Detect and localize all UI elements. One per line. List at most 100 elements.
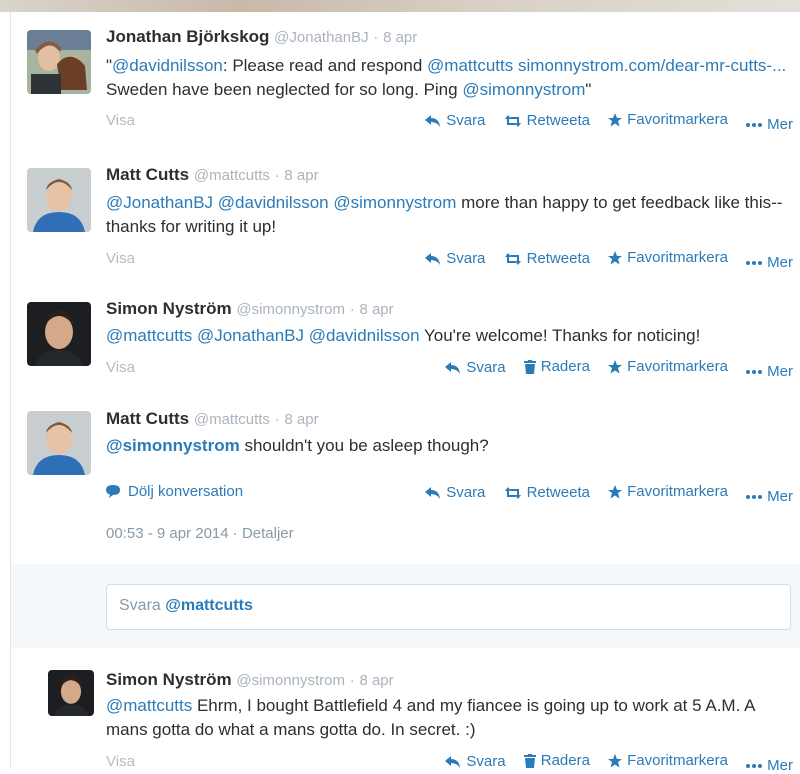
retweet-icon: [504, 486, 521, 499]
more-button[interactable]: Mer: [746, 116, 793, 133]
delete-button[interactable]: Radera: [523, 358, 590, 375]
avatar[interactable]: [27, 411, 91, 475]
url-link[interactable]: simonnystrom.com/dear-mr-cutts-...: [518, 56, 786, 75]
hide-conversation-label: Dölj konversation: [128, 483, 244, 500]
trash-icon: [523, 359, 536, 374]
expand-link[interactable]: Visa: [106, 112, 135, 129]
expand-link[interactable]: Visa: [106, 359, 135, 376]
favorite-button[interactable]: Favoritmarkera: [608, 752, 728, 769]
retweet-icon: [504, 114, 521, 127]
top-strip: [0, 0, 800, 12]
author-handle[interactable]: @simonnystrom: [236, 301, 345, 318]
author-handle[interactable]: @mattcutts: [194, 411, 270, 428]
avatar[interactable]: [27, 30, 91, 94]
conversation-timeline: Jonathan Björkskog @JonathanBJ · 8 apr "…: [10, 12, 800, 774]
retweet-button[interactable]: Retweeta: [504, 112, 590, 129]
mention-link[interactable]: @simonnystrom: [106, 436, 240, 455]
reply-button[interactable]: Svara: [445, 359, 506, 376]
author-name[interactable]: Jonathan Björkskog: [106, 27, 269, 46]
reply-placeholder: Svara @mattcutts: [119, 597, 253, 615]
tweet-actions: Svara Radera Favoritmarkera Mer: [431, 752, 793, 774]
more-label: Mer: [767, 116, 793, 133]
mention-link[interactable]: @simonnystrom: [462, 80, 585, 99]
favorite-label: Favoritmarkera: [627, 752, 728, 769]
tweet-date[interactable]: 8 apr: [359, 672, 393, 689]
reply-button[interactable]: Svara: [445, 753, 506, 770]
details-link[interactable]: Detaljer: [242, 525, 294, 542]
favorite-button[interactable]: Favoritmarkera: [608, 249, 728, 266]
tweet-text: "@davidnilsson: Please read and respond …: [106, 54, 791, 102]
more-button[interactable]: Mer: [746, 254, 793, 271]
retweet-icon: [504, 252, 521, 265]
more-label: Mer: [767, 254, 793, 271]
tweet-date[interactable]: 8 apr: [284, 411, 318, 428]
tweet-header: Matt Cutts @mattcutts · 8 apr: [106, 409, 319, 429]
favorite-button[interactable]: Favoritmarkera: [608, 483, 728, 500]
tweet-item-reply: Simon Nyström @simonnystrom · 8 apr @mat…: [11, 648, 800, 774]
retweet-button[interactable]: Retweeta: [504, 250, 590, 267]
more-button[interactable]: Mer: [746, 757, 793, 774]
author-name[interactable]: Simon Nyström: [106, 299, 232, 318]
mention-link[interactable]: @mattcutts: [106, 326, 192, 345]
mention-link[interactable]: @davidnilsson: [112, 56, 223, 75]
author-handle[interactable]: @mattcutts: [194, 167, 270, 184]
reply-input[interactable]: Svara @mattcutts: [106, 584, 791, 630]
retweet-label: Retweeta: [526, 484, 590, 501]
mention-link[interactable]: @davidnilsson: [309, 326, 420, 345]
favorite-button[interactable]: Favoritmarkera: [608, 111, 728, 128]
avatar[interactable]: [27, 168, 91, 232]
delete-button[interactable]: Radera: [523, 752, 590, 769]
author-handle[interactable]: @JonathanBJ: [274, 29, 368, 46]
mention-link[interactable]: @simonnystrom: [333, 193, 456, 212]
more-dots-icon: [746, 763, 763, 768]
reply-icon: [425, 486, 441, 499]
star-icon: [608, 250, 623, 264]
reply-label: Svara: [446, 250, 486, 267]
reply-icon: [445, 755, 461, 768]
reply-button[interactable]: Svara: [425, 112, 485, 129]
speech-bubble-icon: [106, 485, 120, 498]
more-button[interactable]: Mer: [746, 488, 793, 505]
retweet-button[interactable]: Retweeta: [504, 484, 590, 501]
more-label: Mer: [767, 363, 793, 380]
reply-icon: [425, 252, 441, 265]
separator: ·: [274, 411, 280, 428]
mention-link[interactable]: @JonathanBJ: [197, 326, 304, 345]
tweet-date[interactable]: 8 apr: [359, 301, 393, 318]
delete-label: Radera: [540, 358, 590, 375]
more-button[interactable]: Mer: [746, 363, 793, 380]
reply-label: Svara: [446, 112, 486, 129]
tweet-text-part: Sweden have been neglected for so long. …: [106, 80, 463, 99]
mention-link[interactable]: @davidnilsson: [218, 193, 329, 212]
hide-conversation-link[interactable]: Dölj konversation: [106, 483, 243, 500]
reply-label: Svara: [466, 359, 506, 376]
star-icon: [608, 753, 623, 767]
reply-button[interactable]: Svara: [425, 484, 485, 501]
more-dots-icon: [746, 369, 763, 374]
more-dots-icon: [746, 122, 763, 127]
author-name[interactable]: Simon Nyström: [106, 670, 232, 689]
expand-link[interactable]: Visa: [106, 753, 135, 770]
avatar[interactable]: [27, 302, 91, 366]
mention-link[interactable]: @JonathanBJ: [106, 193, 213, 212]
tweet-date[interactable]: 8 apr: [284, 167, 318, 184]
reply-button[interactable]: Svara: [425, 250, 485, 267]
tweet-date[interactable]: 8 apr: [383, 29, 417, 46]
mention-link[interactable]: @mattcutts: [427, 56, 513, 75]
avatar[interactable]: [48, 670, 94, 716]
delete-label: Radera: [540, 752, 590, 769]
mention-link[interactable]: @mattcutts: [106, 696, 192, 715]
author-name[interactable]: Matt Cutts: [106, 409, 189, 428]
tweet-text-part: ": [585, 80, 592, 99]
tweet-item-expanded: Matt Cutts @mattcutts · 8 apr @simonnyst…: [11, 397, 800, 565]
author-name[interactable]: Matt Cutts: [106, 165, 189, 184]
favorite-button[interactable]: Favoritmarkera: [608, 358, 728, 375]
author-handle[interactable]: @simonnystrom: [236, 672, 345, 689]
reply-box: Svara @mattcutts: [11, 564, 800, 649]
favorite-label: Favoritmarkera: [627, 249, 728, 266]
tweet-header: Jonathan Björkskog @JonathanBJ · 8 apr: [106, 27, 417, 47]
tweet-actions: Svara Retweeta Favoritmarkera Mer: [411, 483, 793, 505]
tweet-timestamp[interactable]: 00:53 - 9 apr 2014: [106, 525, 229, 542]
separator: ·: [232, 525, 238, 542]
expand-link[interactable]: Visa: [106, 250, 135, 267]
